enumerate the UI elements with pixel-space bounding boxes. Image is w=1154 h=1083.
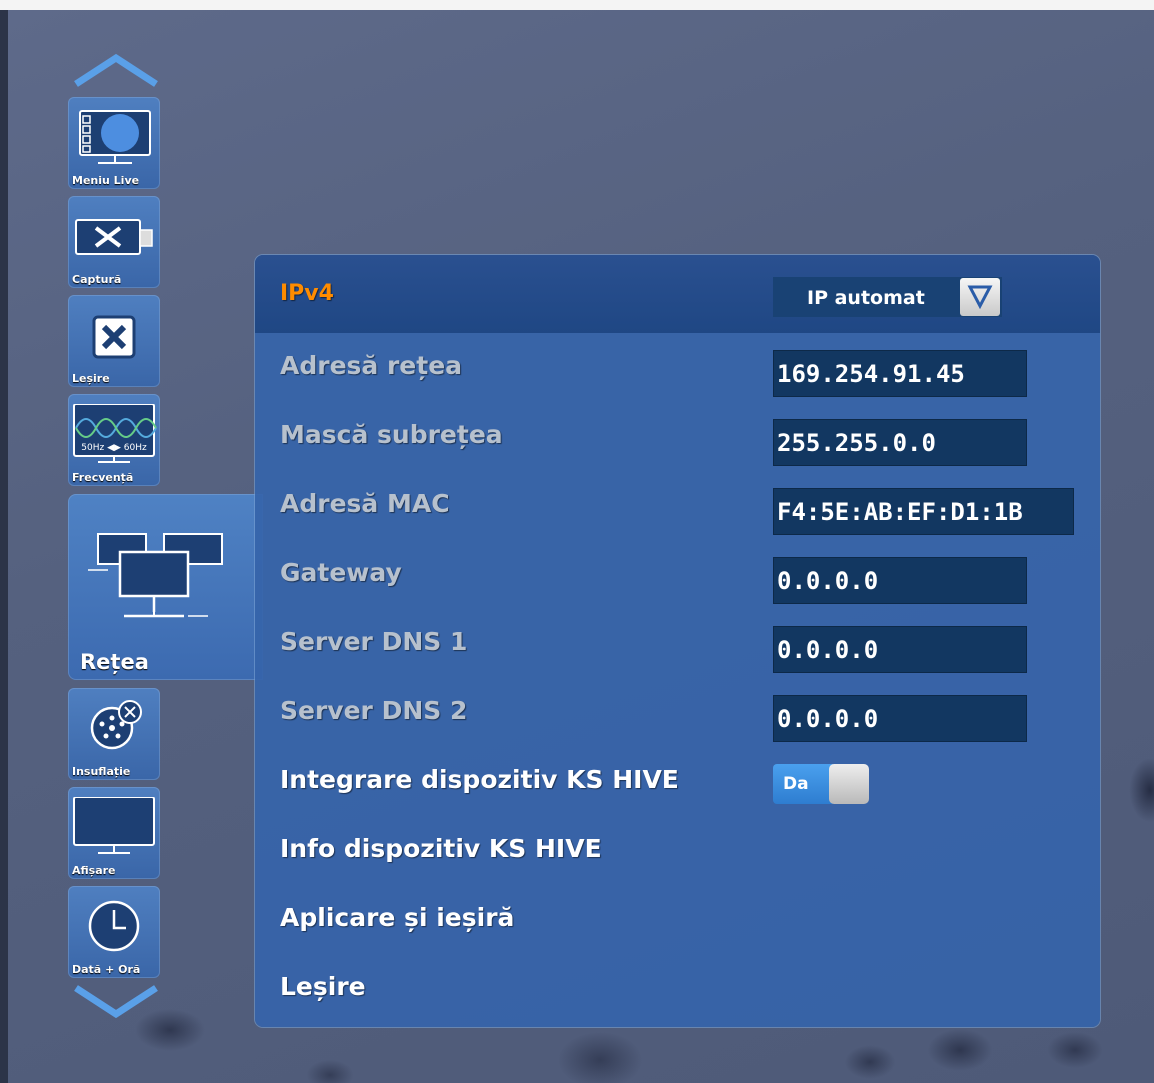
- dns2-label: Server DNS 2: [280, 696, 468, 725]
- mac-address-label: Adresă MAC: [280, 489, 450, 518]
- dropdown-chevron-down-icon[interactable]: [960, 278, 1000, 316]
- mac-address-row[interactable]: Adresă MAC F4:5E:AB:EF:D1:1B: [255, 471, 1100, 540]
- network-address-value: 169.254.91.45: [777, 360, 965, 388]
- ks-hive-integration-toggle[interactable]: Da: [773, 764, 869, 804]
- ks-hive-integration-label: Integrare dispozitiv KS HIVE: [280, 765, 679, 794]
- exit-row[interactable]: Leșire: [255, 954, 1100, 1023]
- sidebar-item-meniu-live[interactable]: Meniu Live: [68, 97, 160, 189]
- mac-address-field[interactable]: F4:5E:AB:EF:D1:1B: [773, 488, 1074, 535]
- insufflation-icon: [68, 698, 160, 758]
- display-icon: [68, 797, 160, 857]
- toggle-knob[interactable]: [829, 764, 869, 804]
- gateway-label: Gateway: [280, 558, 402, 587]
- dns1-label: Server DNS 1: [280, 627, 468, 656]
- subnet-mask-value: 255.255.0.0: [777, 429, 936, 457]
- usb-tools-icon: [68, 206, 160, 266]
- apply-and-exit-label: Aplicare și ieșiră: [280, 903, 515, 932]
- gateway-row[interactable]: Gateway 0.0.0.0: [255, 540, 1100, 609]
- scroll-down-arrow-icon[interactable]: [72, 984, 160, 1020]
- toggle-on-segment: Da: [773, 764, 833, 804]
- sidebar-item-data-ora[interactable]: Dată + Oră: [68, 886, 160, 978]
- sidebar-item-label: Rețea: [80, 650, 149, 674]
- gateway-field[interactable]: 0.0.0.0: [773, 557, 1027, 604]
- network-address-row[interactable]: Adresă rețea 169.254.91.45: [255, 333, 1100, 402]
- scroll-up-arrow-icon[interactable]: [72, 52, 160, 88]
- monitor-menu-icon: [68, 107, 160, 167]
- subnet-mask-label: Mască subrețea: [280, 420, 503, 449]
- sidebar-item-label: Dată + Oră: [72, 963, 141, 976]
- network-address-label: Adresă rețea: [280, 351, 463, 380]
- exit-x-icon: [68, 305, 160, 365]
- subnet-mask-row[interactable]: Mască subrețea 255.255.0.0: [255, 402, 1100, 471]
- network-icon: [68, 524, 243, 624]
- dns2-field[interactable]: 0.0.0.0: [773, 695, 1027, 742]
- sidebar-item-lesire[interactable]: Leșire: [68, 295, 160, 387]
- sidebar-item-retea[interactable]: Rețea: [68, 494, 263, 680]
- apply-and-exit-row[interactable]: Aplicare și ieșiră: [255, 885, 1100, 954]
- frequency-icon-text: 50Hz ◀▶ 60Hz: [81, 443, 147, 453]
- ks-hive-info-row[interactable]: Info dispozitiv KS HIVE: [255, 816, 1100, 885]
- network-address-field[interactable]: 169.254.91.45: [773, 350, 1027, 397]
- dns1-row[interactable]: Server DNS 1 0.0.0.0: [255, 609, 1100, 678]
- dns1-value: 0.0.0.0: [777, 636, 879, 664]
- frequency-wave-icon: 50Hz ◀▶ 60Hz: [68, 404, 160, 464]
- sidebar-item-captura[interactable]: Captură: [68, 196, 160, 288]
- sidebar-item-label: Captură: [72, 273, 122, 286]
- ks-hive-info-label: Info dispozitiv KS HIVE: [280, 834, 602, 863]
- sidebar-item-frecventa[interactable]: 50Hz ◀▶ 60Hz Frecvență: [68, 394, 160, 486]
- sidebar-item-label: Afișare: [72, 864, 116, 877]
- sidebar-item-label: Leșire: [72, 372, 110, 385]
- mac-address-value: F4:5E:AB:EF:D1:1B: [777, 498, 1023, 526]
- sidebar-item-afisare[interactable]: Afișare: [68, 787, 160, 879]
- ks-hive-integration-row[interactable]: Integrare dispozitiv KS HIVE Da: [255, 747, 1100, 816]
- ipv4-label: IPv4: [280, 281, 334, 306]
- sidebar-item-label: Frecvență: [72, 471, 134, 484]
- gateway-value: 0.0.0.0: [777, 567, 879, 595]
- dns2-row[interactable]: Server DNS 2 0.0.0.0: [255, 678, 1100, 747]
- toggle-label: Da: [783, 774, 809, 794]
- ip-mode-dropdown[interactable]: IP automat: [773, 277, 1002, 317]
- ip-mode-value: IP automat: [807, 287, 925, 309]
- network-settings-panel: IPv4 IP automat Adresă rețea 169.254.91.…: [255, 255, 1100, 1027]
- clock-icon: [68, 896, 160, 956]
- exit-label: Leșire: [280, 972, 366, 1001]
- sidebar-item-insuflatie[interactable]: Insuflație: [68, 688, 160, 780]
- panel-header: IPv4 IP automat: [255, 255, 1100, 333]
- subnet-mask-field[interactable]: 255.255.0.0: [773, 419, 1027, 466]
- dns2-value: 0.0.0.0: [777, 705, 879, 733]
- sidebar-nav: Meniu Live Captură Leșire 50Hz ◀▶ 60Hz F…: [0, 0, 263, 1083]
- sidebar-item-label: Meniu Live: [72, 174, 140, 187]
- dns1-field[interactable]: 0.0.0.0: [773, 626, 1027, 673]
- sidebar-item-label: Insuflație: [72, 765, 131, 778]
